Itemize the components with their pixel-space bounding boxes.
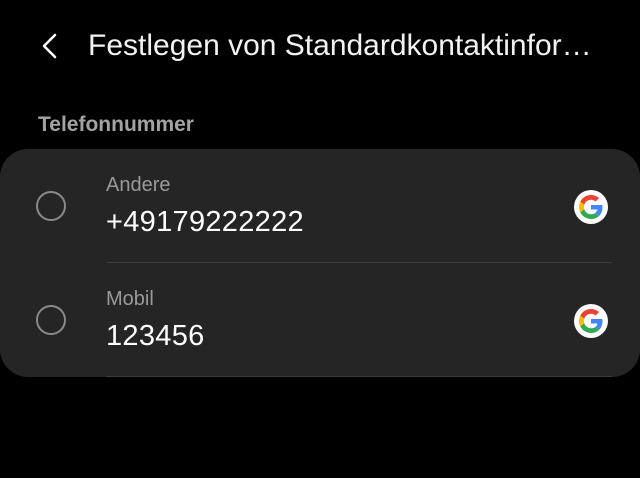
page-title: Festlegen von Standardkontaktinfor…: [88, 29, 592, 62]
google-icon: [574, 304, 608, 338]
google-icon: [574, 190, 608, 224]
back-button[interactable]: [28, 24, 72, 68]
phone-type-label: Andere: [106, 174, 171, 196]
phone-number-value: 123456: [106, 320, 205, 352]
chevron-left-icon: [42, 33, 57, 59]
phone-number-option[interactable]: Mobil 123456: [0, 263, 640, 377]
radio-button[interactable]: [36, 191, 66, 221]
card-bottom-divider: [106, 376, 612, 377]
phone-type-label: Mobil: [106, 288, 154, 310]
phone-number-value: +49179222222: [106, 206, 304, 238]
app-bar: Festlegen von Standardkontaktinfor…: [0, 0, 640, 94]
phone-number-card: Andere +49179222222 Mobil 123456: [0, 149, 640, 377]
radio-button[interactable]: [36, 305, 66, 335]
section-header: Telefonnummer: [38, 113, 194, 136]
phone-number-option[interactable]: Andere +49179222222: [0, 149, 640, 263]
